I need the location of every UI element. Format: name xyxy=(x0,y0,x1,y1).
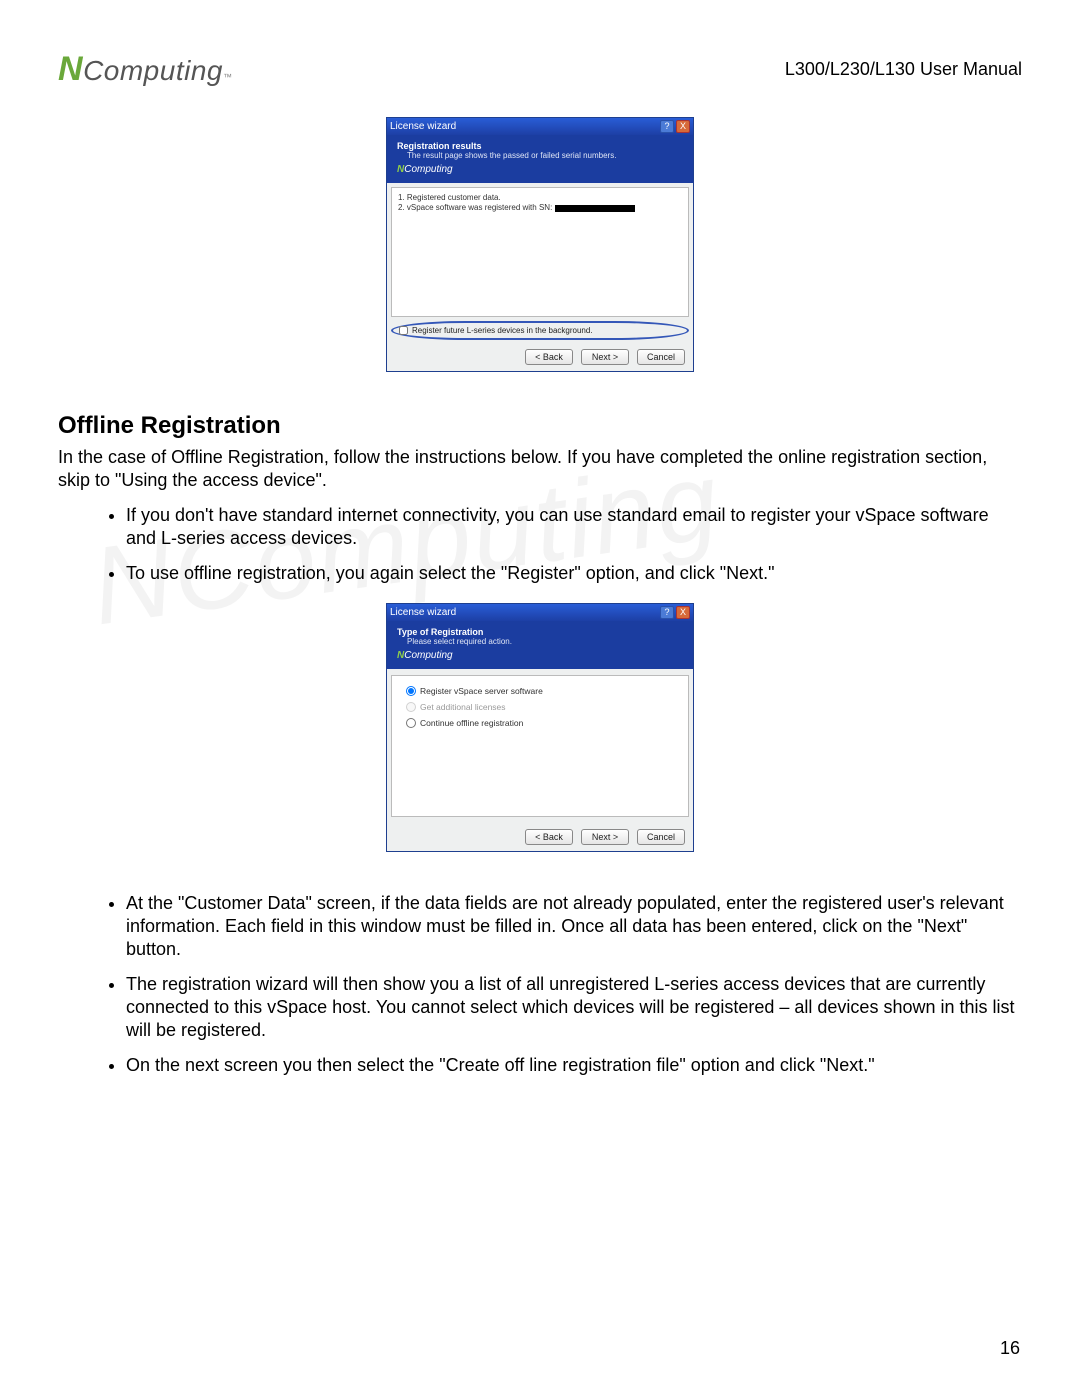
continue-offline-radio[interactable] xyxy=(406,718,416,728)
bullet-list-a: If you don't have standard internet conn… xyxy=(58,504,1022,585)
additional-licenses-radio[interactable] xyxy=(406,702,416,712)
intro-paragraph: In the case of Offline Registration, fol… xyxy=(58,446,1022,492)
license-wizard-results-dialog: License wizard ? X Registration results … xyxy=(386,117,694,372)
license-wizard-type-dialog: License wizard ? X Type of Registration … xyxy=(386,603,694,852)
help-icon[interactable]: ? xyxy=(660,120,674,133)
bullet-list-b: At the "Customer Data" screen, if the da… xyxy=(58,892,1022,1077)
background-register-checkbox[interactable] xyxy=(399,326,408,335)
back-button[interactable]: < Back xyxy=(525,349,573,365)
registration-type-options: Register vSpace server software Get addi… xyxy=(391,675,689,817)
dialog-results-wrap: License wizard ? X Registration results … xyxy=(58,117,1022,372)
list-item: At the "Customer Data" screen, if the da… xyxy=(126,892,1022,961)
results-list: 1. Registered customer data. 2. vSpace s… xyxy=(391,187,689,317)
band-subtitle: Please select required action. xyxy=(397,637,683,646)
help-icon[interactable]: ? xyxy=(660,606,674,619)
dialog-button-row: < Back Next > Cancel xyxy=(387,823,693,851)
logo-rest: Computing xyxy=(83,55,223,87)
band-title: Type of Registration xyxy=(397,627,683,637)
band-subtitle: The result page shows the passed or fail… xyxy=(397,151,683,160)
section-heading: Offline Registration xyxy=(58,412,1022,440)
back-button[interactable]: < Back xyxy=(525,829,573,845)
dialog-header-band: Registration results The result page sho… xyxy=(387,135,693,183)
register-vspace-option[interactable]: Register vSpace server software xyxy=(406,686,674,696)
dialog-titlebar: License wizard ? X xyxy=(387,118,693,135)
background-register-label: Register future L-series devices in the … xyxy=(412,326,593,335)
result-line-1: 1. Registered customer data. xyxy=(398,193,682,203)
next-button[interactable]: Next > xyxy=(581,349,629,365)
page-number: 16 xyxy=(1000,1338,1020,1359)
logo-n: N xyxy=(58,50,83,89)
result-line-2: 2. vSpace software was registered with S… xyxy=(398,203,682,213)
list-item: If you don't have standard internet conn… xyxy=(126,504,1022,550)
body-content: Offline Registration In the case of Offl… xyxy=(58,412,1022,1077)
dialog-title: License wizard xyxy=(390,121,456,132)
list-item: The registration wizard will then show y… xyxy=(126,973,1022,1042)
dialog-titlebar: License wizard ? X xyxy=(387,604,693,621)
close-icon[interactable]: X xyxy=(676,606,690,619)
ncomputing-logo-small: NComputing xyxy=(397,650,683,661)
ncomputing-logo: NComputing™ xyxy=(58,50,232,89)
band-title: Registration results xyxy=(397,141,683,151)
background-register-checkbox-row[interactable]: Register future L-series devices in the … xyxy=(391,321,689,340)
dialog-type-wrap: License wizard ? X Type of Registration … xyxy=(58,603,1022,852)
list-item: To use offline registration, you again s… xyxy=(126,562,1022,585)
next-button[interactable]: Next > xyxy=(581,829,629,845)
additional-licenses-option[interactable]: Get additional licenses xyxy=(406,702,674,712)
close-icon[interactable]: X xyxy=(676,120,690,133)
ncomputing-logo-small: NComputing xyxy=(397,164,683,175)
list-item: On the next screen you then select the "… xyxy=(126,1054,1022,1077)
manual-title: L300/L230/L130 User Manual xyxy=(785,59,1022,80)
page-header: NComputing™ L300/L230/L130 User Manual xyxy=(58,50,1022,89)
serial-redacted xyxy=(555,205,635,212)
continue-offline-option[interactable]: Continue offline registration xyxy=(406,718,674,728)
register-vspace-radio[interactable] xyxy=(406,686,416,696)
cancel-button[interactable]: Cancel xyxy=(637,349,685,365)
dialog-button-row: < Back Next > Cancel xyxy=(387,343,693,371)
dialog-title: License wizard xyxy=(390,607,456,618)
dialog-header-band: Type of Registration Please select requi… xyxy=(387,621,693,669)
cancel-button[interactable]: Cancel xyxy=(637,829,685,845)
logo-tm: ™ xyxy=(223,72,233,82)
